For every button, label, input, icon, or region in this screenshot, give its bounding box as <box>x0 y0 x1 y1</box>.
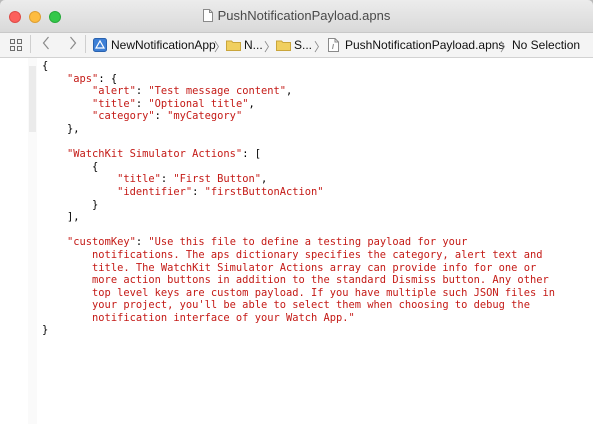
project-icon <box>93 38 107 55</box>
jump-bar-folder[interactable]: S... <box>294 38 312 52</box>
punctuation-token <box>42 186 117 198</box>
line-number-gutter <box>0 58 29 424</box>
code-line: "aps": { <box>42 73 555 86</box>
code-line: { <box>42 60 555 73</box>
string-token: "Test message content" <box>148 85 286 98</box>
code-line: "alert": "Test message content", <box>42 85 555 98</box>
jump-bar-selection[interactable]: No Selection <box>512 38 580 52</box>
divider <box>30 35 31 53</box>
folder-icon <box>276 39 291 54</box>
string-token: "title" <box>92 97 136 110</box>
punctuation-token: } <box>42 324 49 337</box>
code-line: more action buttons in addition to the s… <box>42 274 555 287</box>
window-title: PushNotificationPayload.apns <box>0 8 593 25</box>
punctuation-token: : <box>192 185 205 198</box>
jump-bar-project[interactable]: NewNotificationApp <box>111 38 216 52</box>
code-line: ], <box>42 211 555 224</box>
punctuation-token <box>42 110 92 122</box>
punctuation-token: : <box>135 85 149 98</box>
string-token: "myCategory" <box>167 110 243 123</box>
punctuation-token: : <box>135 97 149 110</box>
title-bar: PushNotificationPayload.apns <box>0 0 593 33</box>
file-icon <box>328 38 339 55</box>
punctuation-token <box>42 148 67 160</box>
string-token: "title" <box>117 173 161 186</box>
code-line: "identifier": "firstButtonAction" <box>42 186 555 199</box>
code-text[interactable]: { "aps": { "alert": "Test message conten… <box>42 60 555 337</box>
string-token: "aps" <box>67 72 99 85</box>
code-line: notifications. The aps dictionary specif… <box>42 249 555 262</box>
punctuation-token <box>42 98 92 110</box>
string-token: "First Button" <box>173 173 261 186</box>
code-line: } <box>42 199 555 212</box>
string-token: your project, you'll be able to select t… <box>42 299 530 312</box>
forward-button[interactable] <box>69 36 77 54</box>
source-editor[interactable]: { "aps": { "alert": "Test message conten… <box>0 58 593 424</box>
string-token: title. The WatchKit Simulator Actions ar… <box>42 261 537 274</box>
punctuation-token: }, <box>42 122 80 135</box>
punctuation-token: { <box>42 60 49 72</box>
code-line: "title": "Optional title", <box>42 98 555 111</box>
string-token: "firstButtonAction" <box>204 185 324 198</box>
punctuation-token <box>42 236 67 248</box>
punctuation-token <box>42 73 67 85</box>
window-title-text: PushNotificationPayload.apns <box>217 8 391 23</box>
punctuation-token: : { <box>98 72 118 85</box>
code-line: top level keys are custom payload. If yo… <box>42 287 555 300</box>
related-items-icon[interactable] <box>9 38 23 55</box>
punctuation-token: ], <box>42 211 80 224</box>
back-button[interactable] <box>42 36 50 54</box>
string-token: "WatchKit Simulator Actions" <box>67 148 243 161</box>
string-token: "Use this file to define a testing paylo… <box>148 236 468 249</box>
punctuation-token: : <box>160 173 174 186</box>
divider <box>85 35 86 53</box>
punctuation-token: : <box>154 110 168 123</box>
punctuation-token: , <box>260 173 268 186</box>
punctuation-token: , <box>248 97 255 110</box>
punctuation-token <box>42 173 117 185</box>
chevron-right-icon: 〉 <box>500 40 513 54</box>
punctuation-token: : <box>135 236 149 249</box>
string-token: "Optional title" <box>148 97 249 110</box>
punctuation-token: } <box>42 198 99 211</box>
string-token: more action buttons in addition to the s… <box>42 274 549 287</box>
string-token: "customKey" <box>67 236 136 249</box>
string-token: "alert" <box>92 85 136 98</box>
code-line: "title": "First Button", <box>42 173 555 186</box>
code-line: "category": "myCategory" <box>42 110 555 123</box>
code-line: notification interface of your Watch App… <box>42 312 555 325</box>
string-token: "identifier" <box>117 185 193 198</box>
jump-bar-folder[interactable]: N... <box>244 38 263 52</box>
code-line: "customKey": "Use this file to define a … <box>42 236 555 249</box>
code-line: { <box>42 161 555 174</box>
document-icon <box>202 9 213 25</box>
code-line: }, <box>42 123 555 136</box>
code-line: } <box>42 324 555 337</box>
chevron-right-icon: 〉 <box>314 40 327 54</box>
code-folding-ribbon[interactable] <box>28 58 37 424</box>
punctuation-token: { <box>42 160 99 173</box>
jump-bar: NewNotificationApp 〉 N... 〉 S... 〉 PushN… <box>0 33 593 58</box>
string-token: top level keys are custom payload. If yo… <box>42 286 555 299</box>
editor-window: PushNotificationPayload.apns NewNotifica… <box>0 0 593 424</box>
jump-bar-file[interactable]: PushNotificationPayload.apns <box>345 38 504 52</box>
string-token: notification interface of your Watch App… <box>42 311 355 324</box>
code-line: title. The WatchKit Simulator Actions ar… <box>42 262 555 275</box>
chevron-right-icon: 〉 <box>264 40 277 54</box>
punctuation-token: , <box>286 85 293 98</box>
punctuation-token: : [ <box>242 148 261 161</box>
folder-icon <box>226 39 241 54</box>
string-token: notifications. The aps dictionary specif… <box>42 248 543 261</box>
chevron-right-icon: 〉 <box>214 40 227 54</box>
string-token: "category" <box>92 110 155 123</box>
punctuation-token <box>42 85 92 97</box>
code-line: "WatchKit Simulator Actions": [ <box>42 148 555 161</box>
code-line: your project, you'll be able to select t… <box>42 299 555 312</box>
